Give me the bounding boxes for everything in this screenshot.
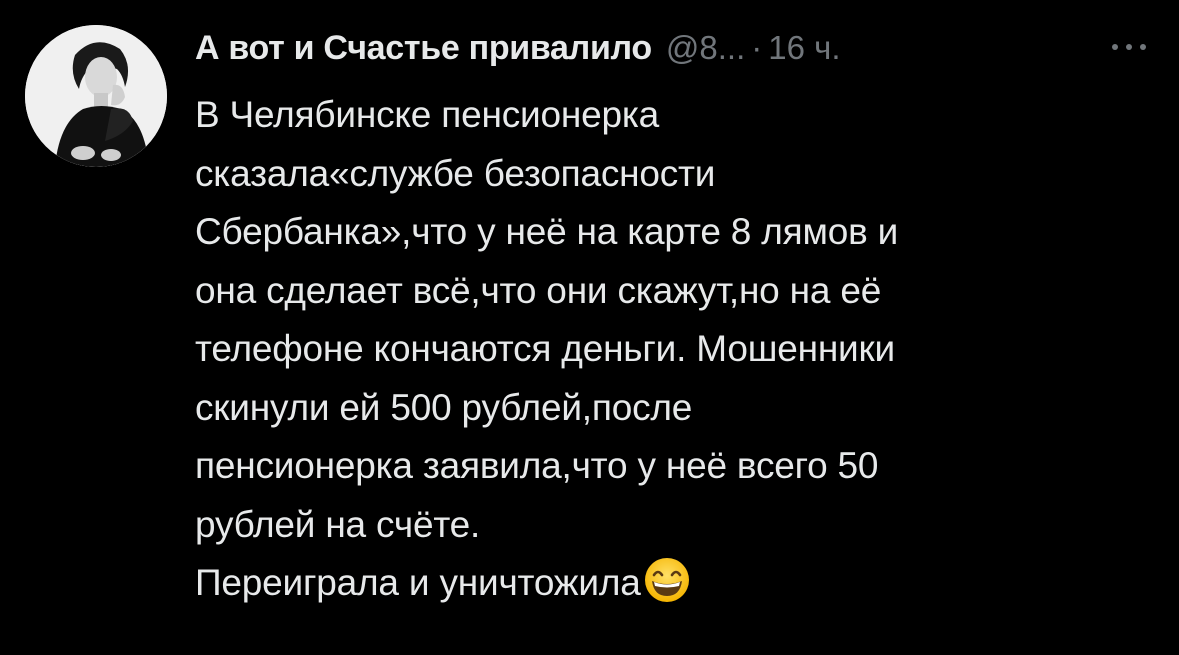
tweet-text-line: она сделает всё,что они скажут,но на её bbox=[195, 269, 882, 311]
tweet-text-line: телефоне кончаются деньги. Мошенники bbox=[195, 328, 895, 369]
author-handle[interactable]: @8... bbox=[666, 29, 745, 67]
tweet[interactable]: А вот и Счастье привалило @8... · 16 ч. … bbox=[0, 0, 1179, 655]
more-dots-icon[interactable] bbox=[1103, 30, 1155, 64]
profile-photo-image bbox=[25, 25, 167, 167]
tweet-text-line: Сбербанка»,что у неё на карте 8 лямов и bbox=[195, 211, 899, 252]
grinning-face-emoji-icon bbox=[643, 556, 691, 604]
tweet-text: В Челябинске пенсионерка сказала«службе … bbox=[195, 86, 1155, 613]
author-avatar[interactable] bbox=[25, 25, 167, 167]
tweet-text-line: сказала«службе безопасности bbox=[195, 152, 716, 194]
tweet-text-last-line: Переиграла и уничтожила bbox=[195, 554, 1155, 613]
tweet-header: А вот и Счастье привалило @8... · 16 ч. bbox=[195, 22, 1155, 74]
tweet-text-line: рублей на счёте. bbox=[195, 503, 481, 545]
author-display-name[interactable]: А вот и Счастье привалило bbox=[195, 29, 652, 68]
tweet-text-line: Переиграла и уничтожила bbox=[195, 562, 641, 603]
tweet-text-line: В Челябинске пенсионерка bbox=[195, 94, 660, 135]
separator-dot: · bbox=[751, 29, 763, 66]
tweet-timestamp[interactable]: 16 ч. bbox=[768, 29, 840, 67]
tweet-text-line: скинули ей 500 рублей,после bbox=[195, 386, 693, 428]
tweet-text-line: пенсионерка заявила,что у неё всего 50 bbox=[195, 445, 879, 486]
